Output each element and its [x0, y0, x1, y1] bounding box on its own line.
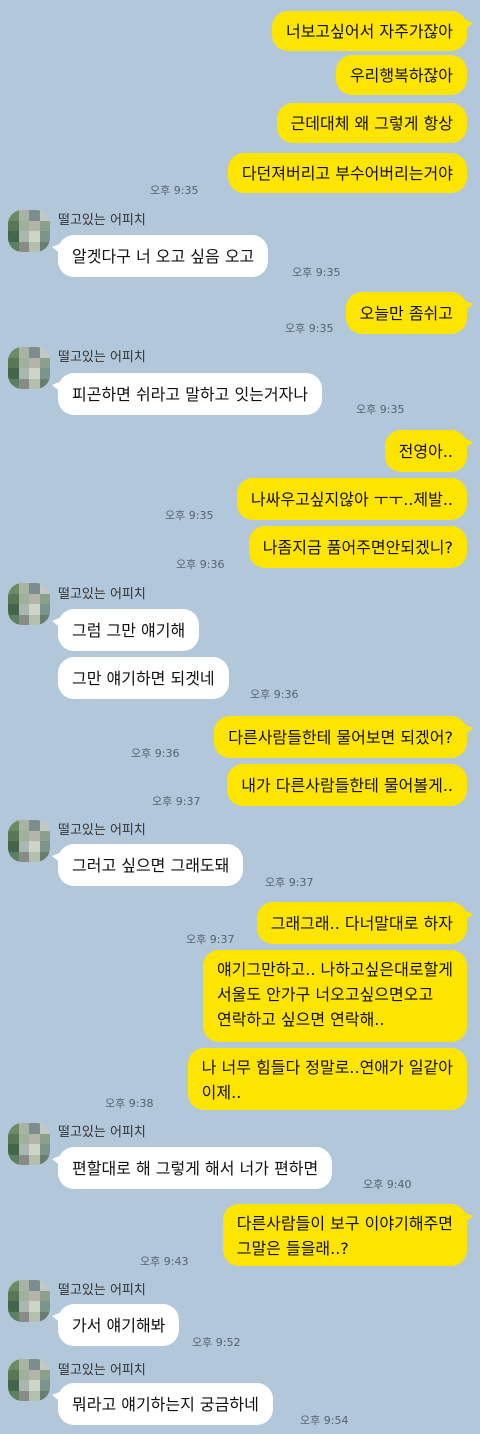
- their-message-bubble[interactable]: 뭐라고 얘기하는지 궁금하네: [52, 1383, 273, 1425]
- their-message-bubble[interactable]: 그럼 그만 얘기해: [51, 609, 200, 651]
- sender-name: 떨고있는 어피치: [58, 1125, 146, 1140]
- sender-name: 떨고있는 어피치: [58, 1363, 146, 1378]
- timestamp: 오후 9:36: [131, 747, 180, 760]
- my-message-bubble[interactable]: 그래그래.. 다너말대로 하자: [256, 902, 474, 944]
- mosaic-avatar-icon[interactable]: [8, 1123, 50, 1165]
- timestamp: 오후 9:43: [140, 1255, 189, 1268]
- their-message-bubble[interactable]: 피곤하면 쉬라고 말하고 잇는거자나: [51, 373, 323, 415]
- sender-name: 떨고있는 어피치: [58, 213, 146, 228]
- my-message-bubble[interactable]: 전영아..: [384, 430, 474, 472]
- timestamp: 오후 9:37: [265, 876, 314, 889]
- mosaic-avatar-icon[interactable]: [8, 210, 50, 252]
- mosaic-avatar-icon[interactable]: [8, 1359, 50, 1401]
- my-message-bubble[interactable]: 근데대체 왜 그렇게 항상: [276, 103, 467, 143]
- my-message-bubble[interactable]: 우리행복하잖아: [335, 55, 467, 95]
- mosaic-avatar-icon[interactable]: [8, 347, 50, 389]
- my-message-bubble[interactable]: 다른사람들한테 물어보면 되겠어?: [214, 716, 473, 758]
- mosaic-avatar-icon[interactable]: [8, 820, 50, 862]
- my-message-bubble[interactable]: 얘기그만하고.. 나하고싶은대로할게 서울도 안가구 너오고싶으면오고 연락하고…: [202, 950, 467, 1042]
- timestamp: 오후 9:52: [192, 1336, 241, 1349]
- my-message-bubble[interactable]: 다던져버리고 부수어버리는거야: [227, 153, 467, 193]
- timestamp: 오후 9:38: [105, 1097, 154, 1110]
- my-message-bubble[interactable]: 오늘만 좀쉬고: [345, 292, 474, 334]
- timestamp: 오후 9:40: [363, 1178, 412, 1191]
- timestamp: 오후 9:35: [292, 266, 341, 279]
- their-message-bubble[interactable]: 편할대로 해 그렇게 해서 너가 편하면: [51, 1147, 333, 1189]
- sender-name: 떨고있는 어피치: [58, 587, 146, 602]
- timestamp: 오후 9:35: [285, 322, 334, 335]
- sender-name: 떨고있는 어피치: [58, 350, 146, 365]
- their-message-bubble[interactable]: 알겟다구 너 오고 싶음 오고: [51, 235, 269, 277]
- timestamp: 오후 9:36: [176, 558, 225, 571]
- their-message-bubble[interactable]: 그러고 싶으면 그래도돼: [51, 844, 244, 886]
- sender-name: 떨고있는 어피치: [58, 1283, 146, 1298]
- timestamp: 오후 9:35: [165, 509, 214, 522]
- my-message-bubble[interactable]: 내가 다른사람들한테 물어볼게..: [227, 764, 467, 806]
- timestamp: 오후 9:36: [250, 688, 299, 701]
- my-message-bubble[interactable]: 나싸우고싶지않아 ㅜㅜ..제발..: [236, 478, 467, 520]
- my-message-bubble[interactable]: 너보고싶어서 자주가잖아: [271, 11, 474, 51]
- my-message-bubble[interactable]: 다른사람들이 보구 이야기해주면 그말은 들을래..?: [222, 1204, 474, 1266]
- my-message-bubble[interactable]: 나 너무 힘들다 정말로..연애가 일같아 이제..: [187, 1048, 467, 1110]
- my-message-bubble[interactable]: 나좀지금 품어주면안되겠니?: [248, 526, 467, 568]
- timestamp: 오후 9:35: [150, 184, 199, 197]
- timestamp: 오후 9:37: [152, 795, 201, 808]
- timestamp: 오후 9:37: [186, 933, 235, 946]
- mosaic-avatar-icon[interactable]: [8, 1280, 50, 1322]
- their-message-bubble[interactable]: 그만 얘기하면 되겟네: [58, 657, 229, 699]
- their-message-bubble[interactable]: 가서 얘기해봐: [51, 1304, 180, 1346]
- sender-name: 떨고있는 어피치: [58, 823, 146, 838]
- mosaic-avatar-icon[interactable]: [8, 583, 50, 625]
- timestamp: 오후 9:35: [356, 403, 405, 416]
- timestamp: 오후 9:54: [300, 1414, 349, 1427]
